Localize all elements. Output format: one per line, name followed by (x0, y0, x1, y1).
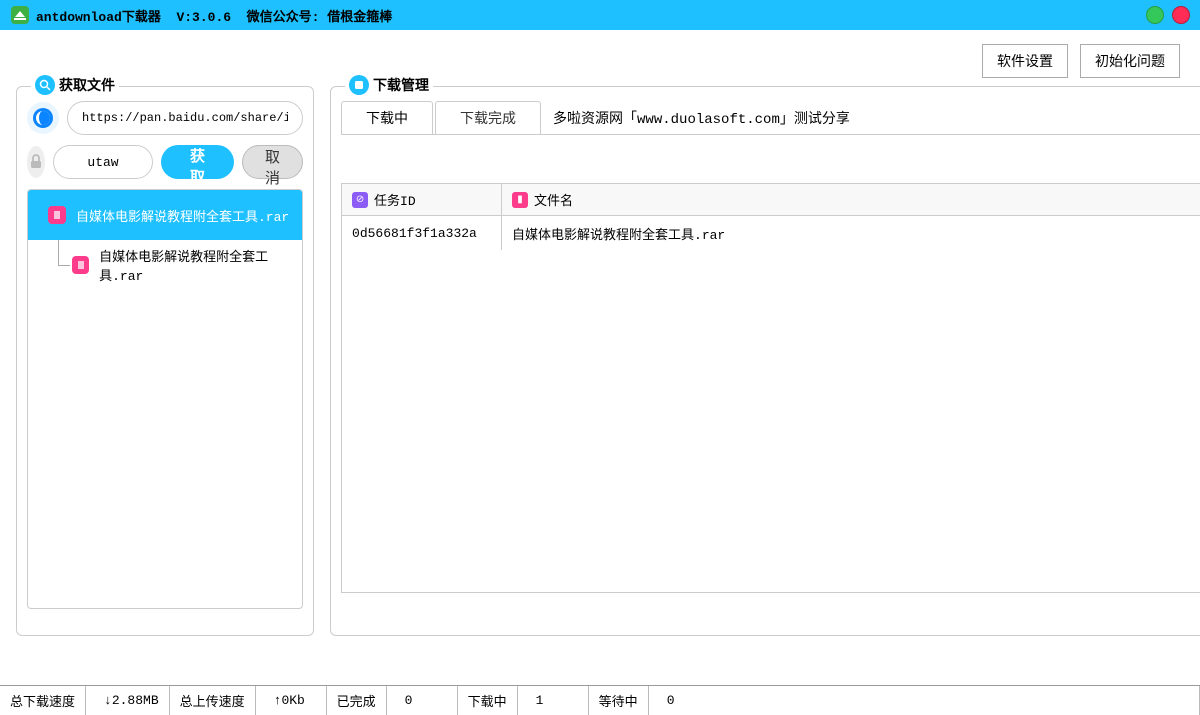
tabs: 下载中 下载完成 多啦资源网「www.duolasoft.com」测试分享 (341, 101, 1200, 135)
archive-icon (72, 256, 89, 274)
filename-icon: ▮ (512, 192, 528, 208)
download-table: ⊘任务ID ▮文件名 ⌂文件大小 ✓下载进度 0d56681f3f1a332a … (341, 183, 1200, 593)
status-completed-label: 已完成 (337, 691, 376, 710)
titlebar: antdownload下载器 V:3.0.6 微信公众号: 借根金箍棒 (0, 0, 1200, 30)
init-help-button[interactable]: 初始化问题 (1080, 44, 1180, 78)
app-icon (10, 5, 30, 25)
tree-item[interactable]: 自媒体电影解说教程附全套工具.rar (28, 190, 302, 240)
task-id-icon: ⊘ (352, 192, 368, 208)
globe-icon (27, 102, 59, 134)
tab-downloading[interactable]: 下载中 (341, 101, 433, 134)
horizontal-scrollbar[interactable] (342, 576, 1200, 592)
url-input[interactable] (67, 101, 303, 135)
lock-icon (27, 146, 45, 178)
status-downloading-label: 下载中 (468, 691, 507, 710)
close-dot[interactable] (1172, 6, 1190, 24)
table-row[interactable]: 0d56681f3f1a332a 自媒体电影解说教程附全套工具.rar 85.8… (342, 216, 1200, 250)
status-dl-speed-label: 总下载速度 (10, 691, 75, 710)
archive-icon (48, 206, 66, 224)
cell-filename: 自媒体电影解说教程附全套工具.rar (502, 216, 1200, 250)
search-icon (35, 75, 55, 95)
file-tree: 自媒体电影解说教程附全套工具.rar 自媒体电影解说教程附全套工具.rar (27, 189, 303, 609)
tree-item-label: 自媒体电影解说教程附全套工具.rar (99, 246, 302, 284)
minimize-dot[interactable] (1146, 6, 1164, 24)
status-ul-speed-label: 总上传速度 (180, 691, 245, 710)
status-dl-speed: ↓2.88MB (96, 693, 159, 708)
status-ul-speed: ↑0Kb (266, 693, 316, 708)
download-panel: 下载管理 下载中 下载完成 多啦资源网「www.duolasoft.com」测试… (330, 86, 1200, 636)
status-waiting: 0 (659, 693, 709, 708)
app-title: antdownload下载器 V:3.0.6 微信公众号: 借根金箍棒 (36, 6, 392, 25)
cancel-fetch-button[interactable]: 取消 (242, 145, 303, 179)
cell-task-id: 0d56681f3f1a332a (342, 216, 502, 250)
statusbar: 总下载速度 ↓2.88MB 总上传速度 ↑0Kb 已完成 0 下载中 1 等待中… (0, 685, 1200, 715)
table-header: ⊘任务ID ▮文件名 ⌂文件大小 ✓下载进度 (342, 184, 1200, 216)
download-manager-icon (349, 75, 369, 95)
status-downloading: 1 (528, 693, 578, 708)
fetch-button[interactable]: 获取文件 (161, 145, 234, 179)
tab-side-text: 多啦资源网「www.duolasoft.com」测试分享 (543, 108, 850, 128)
status-completed: 0 (397, 693, 447, 708)
top-toolbar: 软件设置 初始化问题 (0, 30, 1200, 78)
bulk-actions: 全部开始 全部暂停 全部取消 (341, 135, 1200, 183)
tree-item-label: 自媒体电影解说教程附全套工具.rar (76, 206, 289, 225)
access-code-input[interactable] (53, 145, 153, 179)
fetch-panel: 获取文件 获取文件 取消 自媒体电影解说教程附全套工具.rar 自媒体电影解说教 (16, 86, 314, 636)
download-panel-title: 下载管理 (345, 75, 433, 95)
status-waiting-label: 等待中 (599, 691, 638, 710)
tree-item[interactable]: 自媒体电影解说教程附全套工具.rar (28, 240, 302, 290)
settings-button[interactable]: 软件设置 (982, 44, 1068, 78)
tab-completed[interactable]: 下载完成 (435, 101, 541, 134)
fetch-panel-title: 获取文件 (31, 75, 119, 95)
